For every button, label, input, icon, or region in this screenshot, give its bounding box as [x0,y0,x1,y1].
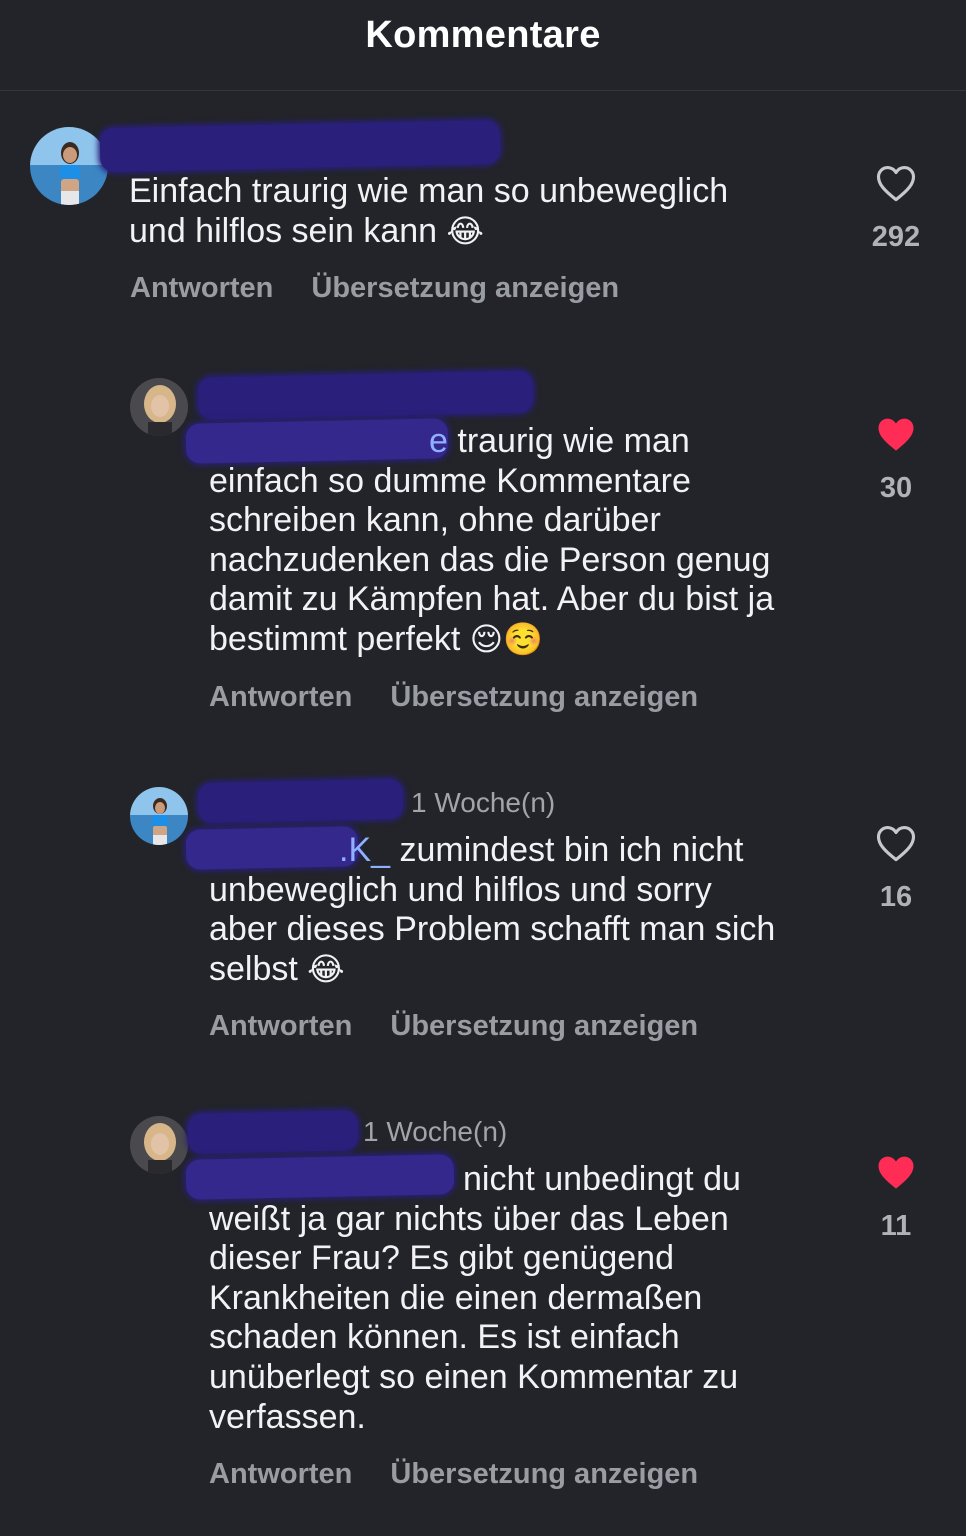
mention-link[interactable] [209,1160,463,1198]
like-count: 11 [880,1210,912,1242]
comment-actions: Antworten Übersetzung anzeigen [209,1010,736,1043]
heart-filled-icon[interactable] [875,414,917,454]
comment-text: .K_ zumindest bin ich nicht unbeweglich … [209,831,776,988]
comment-actions: Antworten Übersetzung anzeigen [130,272,657,305]
comments-header: Kommentare [0,0,966,91]
comment-text: e traurig wie man einfach so dumme Komme… [209,422,775,658]
like-control: 30 [861,414,931,505]
like-count: 292 [871,221,921,253]
header-title: Kommentare [365,14,601,56]
translate-button[interactable]: Übersetzung anzeigen [390,1458,698,1490]
heart-filled-icon[interactable] [875,1152,917,1192]
translate-button[interactable]: Übersetzung anzeigen [390,681,698,713]
avatar[interactable] [30,127,108,205]
heart-outline-icon[interactable] [875,163,917,203]
translate-button[interactable]: Übersetzung anzeigen [311,272,619,304]
mention-link[interactable]: e [209,422,448,460]
heart-outline-icon[interactable] [875,823,917,863]
reply-button[interactable]: Antworten [130,272,273,304]
redacted-username [197,370,534,420]
comment-text: nicht unbedingt du weißt ja gar nichts ü… [209,1160,741,1436]
like-count: 16 [879,881,913,913]
redacted-username [99,119,501,173]
avatar[interactable] [130,787,188,845]
redacted-username [197,778,404,824]
comment-actions: Antworten Übersetzung anzeigen [209,1458,736,1491]
comment-time: 1 Woche(n) [363,1116,508,1147]
comment-text: Einfach traurig wie man so unbeweglich u… [129,172,729,250]
laughing-emoji-icon: 😂 [307,949,345,988]
avatar[interactable] [130,1116,188,1174]
like-control: 16 [861,823,931,914]
like-count: 30 [879,472,913,504]
redacted-username [187,1110,359,1154]
mention-link[interactable]: .K_ [209,831,390,869]
like-control: 11 [861,1152,931,1243]
like-control: 292 [861,163,931,254]
translate-button[interactable]: Übersetzung anzeigen [390,1010,698,1042]
reply-button[interactable]: Antworten [209,1010,352,1042]
avatar[interactable] [130,378,188,436]
reply-button[interactable]: Antworten [209,681,352,713]
laughing-emoji-icon: 😂 [446,211,484,250]
comment-time: 1 Woche(n) [411,787,556,818]
comment-actions: Antworten Übersetzung anzeigen [209,681,736,714]
relieved-emoji-icon: 😌☺️ [469,619,543,658]
reply-button[interactable]: Antworten [209,1458,352,1490]
